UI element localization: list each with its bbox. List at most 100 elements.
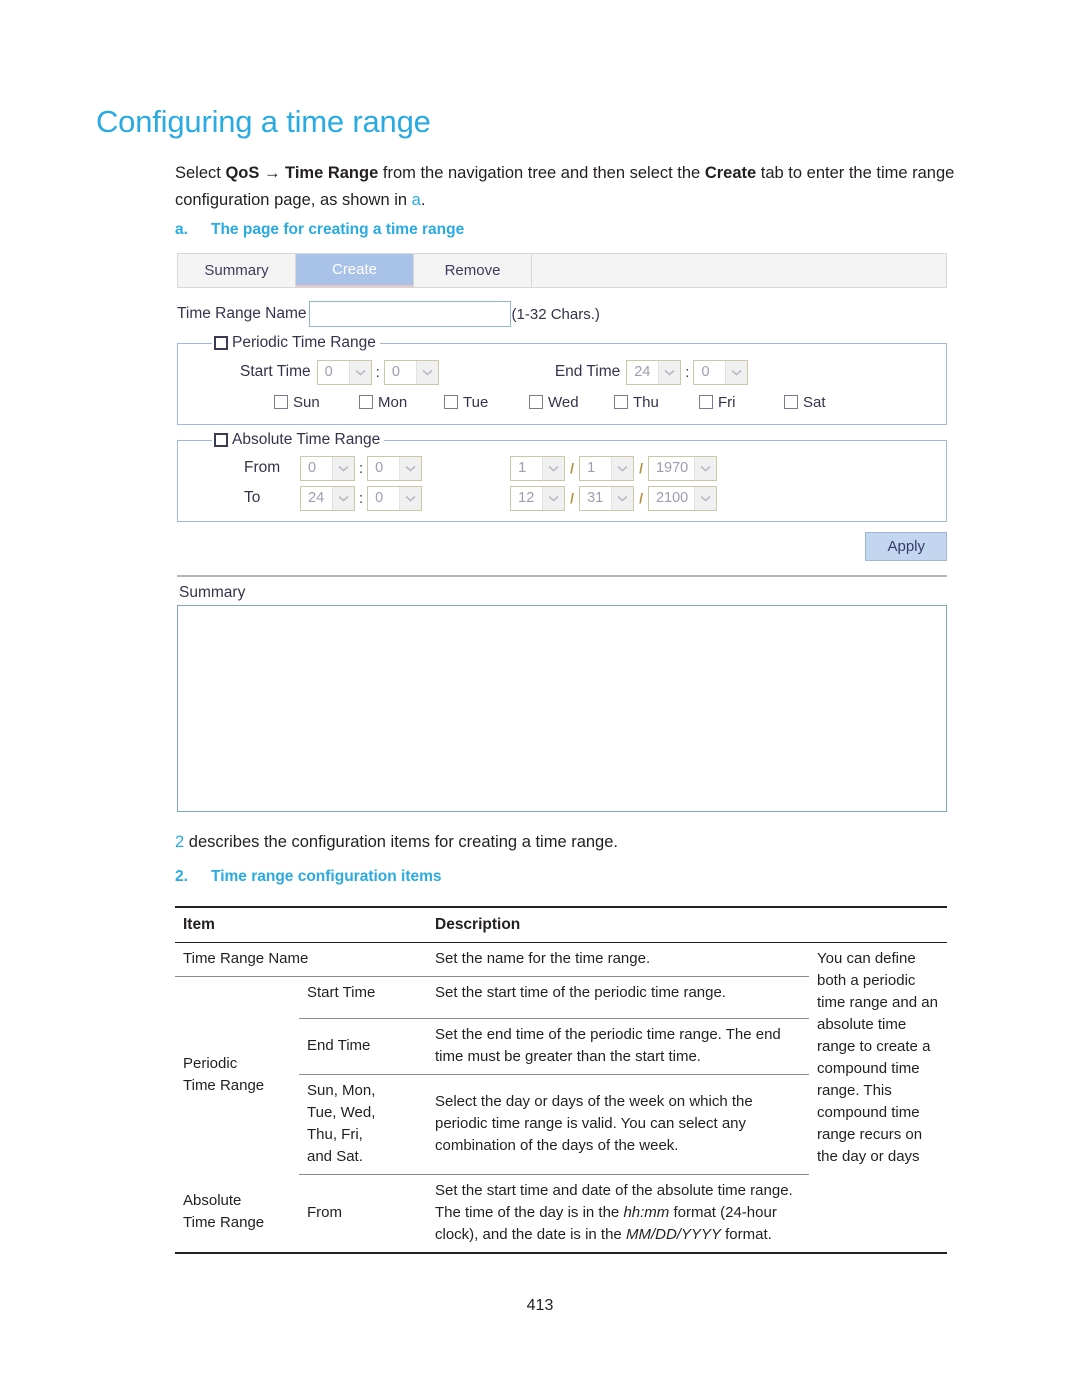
tab-summary[interactable]: Summary [178, 254, 296, 287]
tab-create[interactable]: Create [296, 254, 414, 287]
row-periodic-label-line2: Time Range [183, 1077, 265, 1094]
chevron-down-icon [332, 486, 354, 510]
weekday-mon[interactable]: Mon [359, 394, 444, 411]
row-periodic-label-line1: Periodic [183, 1055, 238, 1072]
end-hour-value: 24 [634, 364, 651, 380]
absolute-from-minute-select[interactable]: 0 [367, 455, 423, 481]
weekday-sat[interactable]: Sat [784, 394, 869, 411]
table-caption: 2. Time range configuration items [175, 868, 442, 886]
weekday-sun-checkbox[interactable] [274, 395, 288, 409]
chevron-down-icon [611, 486, 634, 510]
chevron-down-icon [542, 456, 565, 480]
chevron-down-icon [611, 456, 634, 480]
time-range-name-label: Time Range Name [177, 305, 307, 322]
absolute-to-minute-select[interactable]: 0 [367, 485, 423, 511]
absolute-from-hour-select[interactable]: 0 [300, 455, 355, 481]
periodic-time-range-checkbox[interactable] [214, 336, 228, 350]
intro-text-end: . [420, 191, 426, 209]
weekday-thu-checkbox[interactable] [614, 395, 628, 409]
absolute-from-month-value: 1 [518, 460, 527, 476]
absolute-from-day-select[interactable]: 1 [579, 455, 635, 481]
periodic-time-range-legend-label: Periodic Time Range [232, 334, 376, 351]
weekday-wed-checkbox[interactable] [529, 395, 543, 409]
intro-bold-qos: QoS [225, 164, 260, 182]
config-items-table: Item Description Time Range Name Set the… [175, 906, 947, 1254]
row-weekdays-line4: and Sat. [307, 1147, 363, 1165]
weekday-thu[interactable]: Thu [614, 394, 699, 411]
time-range-name-row: Time Range Name (1-32 Chars.) [177, 300, 947, 328]
table-header-note-spacer [809, 906, 947, 943]
chevron-down-icon [694, 486, 717, 510]
weekday-sat-checkbox[interactable] [784, 395, 798, 409]
start-hour-value: 0 [324, 364, 333, 380]
weekday-tue-checkbox[interactable] [444, 395, 458, 409]
row-weekdays-line2: Tue, Wed, [307, 1103, 376, 1121]
absolute-to-year-value: 2100 [655, 490, 689, 506]
chevron-down-icon [542, 486, 565, 510]
tab-remove[interactable]: Remove [414, 254, 532, 287]
start-hour-select[interactable]: 0 [316, 359, 372, 385]
figure-cross-reference-link[interactable]: a [412, 191, 421, 209]
periodic-times-row: Start Time 0 : 0 End Time 24: 0 [178, 356, 946, 388]
weekday-checkbox-row: Sun Mon Tue Wed Thu Fri Sat [178, 388, 946, 416]
row-note-cell: You can define both a periodic time rang… [817, 950, 938, 1165]
chevron-down-icon [415, 360, 438, 384]
absolute-from-label: From [244, 459, 281, 476]
section-divider [177, 575, 947, 577]
absolute-from-hour-value: 0 [308, 460, 317, 476]
start-minute-select[interactable]: 0 [383, 359, 439, 385]
time-range-config-screenshot: Summary Create Remove Time Range Name (1… [177, 253, 947, 812]
chevron-down-icon [399, 456, 422, 480]
start-time-colon: : [375, 363, 380, 381]
chevron-down-icon [348, 360, 371, 384]
intro-text-mid: from the navigation tree and then select… [378, 164, 705, 182]
absolute-to-day-select[interactable]: 31 [579, 485, 635, 511]
end-hour-select[interactable]: 24 [626, 359, 682, 385]
absolute-to-minute-value: 0 [375, 490, 384, 506]
intro-paragraph: Select QoS → Time Range from the navigat… [175, 160, 985, 214]
row-start-time-description: Set the start time of the periodic time … [427, 976, 809, 1019]
row-time-range-name-item: Time Range Name [175, 942, 427, 977]
periodic-time-range-group: Periodic Time Range Start Time 0 : 0 End… [177, 334, 947, 425]
end-minute-value: 0 [701, 364, 710, 380]
weekday-wed[interactable]: Wed [529, 394, 614, 411]
weekday-sun-label: Sun [293, 393, 320, 411]
row-absolute-label-line1: Absolute [183, 1192, 242, 1210]
weekday-fri-checkbox[interactable] [699, 395, 713, 409]
weekday-tue-label: Tue [463, 393, 489, 411]
chevron-down-icon [694, 456, 717, 480]
weekday-sun[interactable]: Sun [274, 394, 359, 411]
weekday-sat-label: Sat [803, 393, 826, 411]
absolute-from-year-select[interactable]: 1970 [647, 455, 718, 481]
apply-button[interactable]: Apply [865, 532, 947, 561]
absolute-time-range-checkbox[interactable] [214, 433, 228, 447]
absolute-time-range-legend-label: Absolute Time Range [232, 431, 381, 448]
page-number: 413 [526, 1297, 554, 1314]
time-range-name-input[interactable] [308, 301, 511, 327]
absolute-from-day-value: 1 [587, 460, 596, 476]
weekday-mon-checkbox[interactable] [359, 395, 373, 409]
weekday-tue[interactable]: Tue [444, 394, 529, 411]
table-row: Time Range Name Set the name for the tim… [175, 942, 947, 1165]
table-intro-text: describes the configuration items for cr… [184, 833, 618, 851]
absolute-from-slash-2: / [639, 460, 643, 476]
absolute-to-hour-select[interactable]: 24 [300, 485, 355, 511]
absolute-to-month-select[interactable]: 12 [510, 485, 566, 511]
table-header-item: Item [175, 906, 427, 943]
table-header-row: Item Description [175, 906, 947, 943]
weekday-fri[interactable]: Fri [699, 394, 784, 411]
absolute-from-minute-value: 0 [375, 460, 384, 476]
table-cross-reference-link[interactable]: 2 [175, 833, 184, 851]
absolute-from-year-value: 1970 [655, 460, 689, 476]
intro-bold-create: Create [704, 164, 757, 182]
table-body: Time Range Name Set the name for the tim… [175, 942, 947, 1254]
absolute-from-colon: : [359, 459, 364, 477]
absolute-to-year-select[interactable]: 2100 [647, 485, 718, 511]
end-time-colon: : [685, 363, 690, 381]
row-end-time-sub: End Time [299, 1018, 427, 1075]
absolute-to-day-value: 31 [587, 490, 604, 506]
absolute-from-month-select[interactable]: 1 [510, 455, 566, 481]
weekday-mon-label: Mon [378, 393, 408, 411]
tab-bar-filler [532, 254, 946, 287]
end-minute-select[interactable]: 0 [693, 359, 749, 385]
